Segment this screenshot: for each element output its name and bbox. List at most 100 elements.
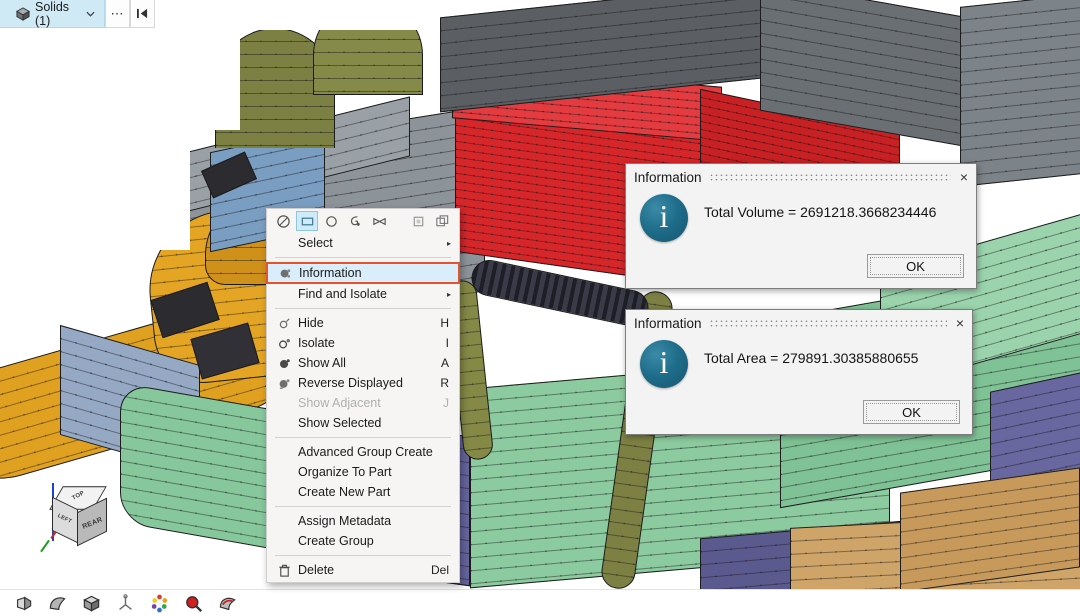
ok-button[interactable]: OK: [867, 254, 964, 278]
dialog-actions: OK: [626, 242, 976, 288]
multi-layer-select-icon[interactable]: [431, 211, 453, 231]
dialog-drag-grip[interactable]: [708, 319, 947, 328]
cad-application-window: TOP LEFT REAR Solids (1) ⋯ Select ▸ Info…: [0, 0, 1080, 616]
render-view-icon[interactable]: [10, 592, 36, 614]
bottom-toolbar[interactable]: [0, 589, 1080, 616]
dialog-actions: OK: [626, 388, 972, 434]
close-icon[interactable]: ×: [958, 170, 970, 184]
menu-item-label: Find and Isolate: [298, 287, 387, 301]
menu-item-shortcut: I: [445, 336, 449, 350]
menu-item-hide[interactable]: Hide H: [267, 313, 459, 333]
menu-separator: [275, 257, 451, 258]
menu-item-show-all[interactable]: Show All A: [267, 353, 459, 373]
zoom-magnifier-icon[interactable]: [180, 592, 206, 614]
3d-model-scene[interactable]: TOP LEFT REAR: [0, 0, 1080, 589]
dialog-message: Total Volume = 2691218.3668234446: [704, 204, 937, 220]
information-icon: [276, 266, 294, 281]
dialog-body: i Total Volume = 2691218.3668234446: [626, 190, 976, 242]
menu-item-shortcut: J: [443, 396, 449, 410]
information-dialog-icon: i: [640, 340, 688, 388]
menu-item-label: Show Adjacent: [298, 396, 381, 410]
solids-tab-label: Solids (1): [35, 0, 70, 28]
ok-button-label: OK: [906, 258, 925, 274]
submenu-arrow-icon: ▸: [446, 238, 451, 248]
menu-separator: [275, 308, 451, 309]
menu-item-create-new-part[interactable]: Create New Part: [267, 482, 459, 502]
section-cut-icon[interactable]: [214, 592, 240, 614]
menu-separator: [275, 437, 451, 438]
menu-item-reverse-displayed[interactable]: Reverse Displayed R: [267, 373, 459, 393]
menu-item-label: Organize To Part: [298, 465, 392, 479]
menu-item-shortcut: A: [440, 356, 449, 370]
surface-shading-icon[interactable]: [44, 592, 70, 614]
menu-item-label: Isolate: [298, 336, 335, 350]
ok-button[interactable]: OK: [863, 400, 960, 424]
menu-item-delete[interactable]: Delete Del: [267, 560, 459, 580]
menu-item-label: Advanced Group Create: [298, 445, 433, 459]
context-menu[interactable]: Select ▸ Information Find and Isolate ▸ Hide H…: [266, 208, 460, 583]
menu-item-label: Show All: [298, 356, 346, 370]
dialog-body: i Total Area = 279891.30385880655: [626, 336, 972, 388]
dialog-message: Total Area = 279891.30385880655: [704, 350, 919, 366]
dialog-title-bar[interactable]: Information ×: [626, 310, 972, 336]
menu-item-label: Delete: [298, 563, 335, 577]
dialog-title-bar[interactable]: Information ×: [626, 164, 976, 190]
dialog-title: Information: [634, 169, 702, 185]
context-menu-items[interactable]: Select ▸ Information Find and Isolate ▸ Hide H…: [266, 233, 460, 580]
cube-view-icon[interactable]: [78, 592, 104, 614]
menu-item-shortcut: R: [440, 376, 449, 390]
menu-item-isolate[interactable]: Isolate I: [267, 333, 459, 353]
circle-select-icon[interactable]: [320, 211, 342, 231]
hide-icon: [275, 316, 293, 331]
menu-item-shortcut: Del: [430, 563, 449, 577]
mesh-part-grey-top-right: [960, 0, 1080, 187]
menu-item-organize-to-part[interactable]: Organize To Part: [267, 462, 459, 482]
collapse-panel-button[interactable]: [129, 0, 155, 28]
chevron-down-icon[interactable]: [86, 11, 95, 17]
rectangle-select-icon[interactable]: [296, 211, 318, 231]
menu-item-label: Assign Metadata: [298, 514, 392, 528]
mesh-part-tan-block: [900, 467, 1080, 589]
isolate-icon: [275, 336, 293, 351]
menu-item-label: Show Selected: [298, 416, 382, 430]
dialog-drag-grip[interactable]: [708, 173, 951, 182]
menu-item-find-and-isolate[interactable]: Find and Isolate ▸: [267, 284, 459, 304]
menu-separator: [275, 555, 451, 556]
menu-item-information[interactable]: Information: [266, 262, 460, 284]
single-face-select-icon[interactable]: [407, 211, 429, 231]
menu-item-assign-metadata[interactable]: Assign Metadata: [267, 511, 459, 531]
navigation-cube[interactable]: TOP LEFT REAR: [40, 483, 115, 553]
close-icon[interactable]: ×: [954, 316, 966, 330]
menu-item-shortcut: H: [440, 316, 449, 330]
axis-tripod-icon[interactable]: [112, 592, 138, 614]
submenu-arrow-icon: ▸: [446, 289, 451, 299]
solids-tab[interactable]: Solids (1): [0, 0, 105, 28]
menu-item-label: Create New Part: [298, 485, 391, 499]
menu-item-show-adjacent: Show Adjacent J: [267, 393, 459, 413]
lasso-select-icon[interactable]: [344, 211, 366, 231]
information-dialog-icon: i: [640, 194, 688, 242]
more-options-icon: ⋯: [110, 5, 125, 21]
menu-item-label: Hide: [298, 316, 324, 330]
color-wheel-icon[interactable]: [146, 592, 172, 614]
axis-y-line: [40, 539, 50, 553]
menu-item-create-group[interactable]: Create Group: [267, 531, 459, 551]
selection-mode-toolbar[interactable]: [267, 209, 459, 233]
trash-icon: [275, 563, 293, 578]
information-dialog-volume[interactable]: Information × i Total Volume = 2691218.3…: [625, 163, 977, 289]
information-dialog-area[interactable]: Information × i Total Area = 279891.3038…: [625, 309, 973, 435]
ok-button-label: OK: [902, 404, 921, 420]
menu-item-advanced-group-create[interactable]: Advanced Group Create: [267, 442, 459, 462]
polygon-select-icon[interactable]: [368, 211, 390, 231]
menu-separator: [275, 506, 451, 507]
3d-viewport[interactable]: TOP LEFT REAR: [0, 0, 1080, 589]
menu-item-select[interactable]: Select ▸: [267, 233, 459, 253]
menu-item-label: Reverse Displayed: [298, 376, 403, 390]
show-all-icon: [275, 356, 293, 371]
no-select-icon[interactable]: [272, 211, 294, 231]
more-options-button[interactable]: ⋯: [104, 0, 130, 28]
menu-item-show-selected[interactable]: Show Selected: [267, 413, 459, 433]
menu-item-label: Information: [299, 266, 362, 280]
cube-icon: [15, 6, 31, 21]
menu-item-label: Create Group: [298, 534, 374, 548]
